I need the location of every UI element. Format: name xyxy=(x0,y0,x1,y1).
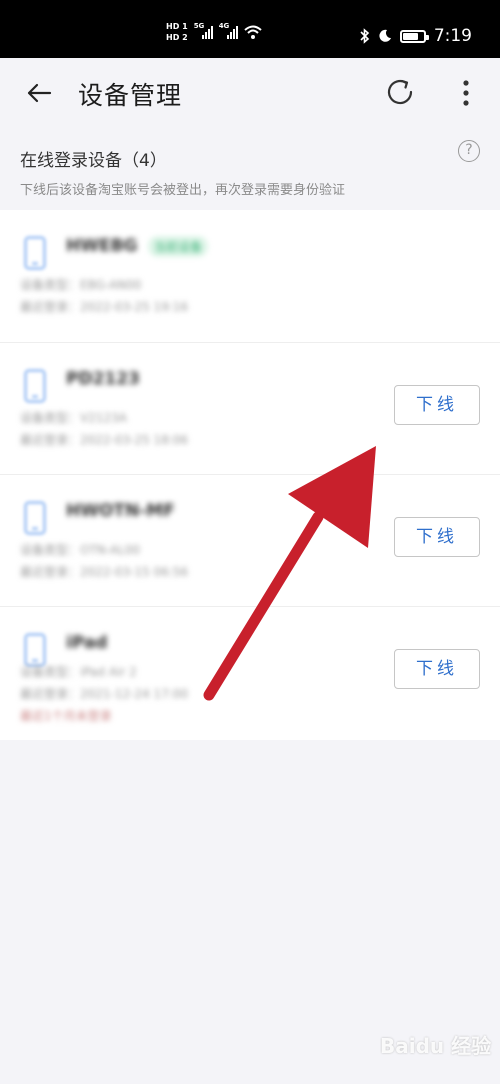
hd2-label: HD 2 xyxy=(166,33,188,42)
status-time: 7:19 xyxy=(433,26,472,46)
battery-icon xyxy=(399,29,429,43)
moon-icon xyxy=(379,29,391,42)
status-bar: HD 1 HD 2 5G 4G 7:19 xyxy=(0,0,500,58)
section-title: 在线登录设备（4） xyxy=(20,151,167,171)
device-type: 设备类型：V2123A xyxy=(20,411,127,425)
bluetooth-icon xyxy=(360,28,369,44)
wifi-icon xyxy=(244,25,262,39)
section-header: 在线登录设备（4） 下线后该设备淘宝账号会被登出，再次登录需要身份验证 xyxy=(20,146,480,198)
device-last-login: 最近登录：2022-03-15 06:56 xyxy=(20,565,189,579)
tablet-icon xyxy=(24,633,46,667)
current-device-badge: 当前设备 xyxy=(148,236,209,257)
device-list: HWEBG 当前设备 设备类型：EBG-AN00 最近登录：2022-03-25… xyxy=(0,210,500,740)
device-name: HWEBG xyxy=(66,236,138,256)
phone-icon xyxy=(24,501,46,535)
app-bar: 设备管理 xyxy=(0,58,500,130)
device-name: iPad xyxy=(66,633,108,653)
status-right-icons: 7:19 xyxy=(360,26,472,46)
device-name: PD2123 xyxy=(66,369,140,389)
device-item: PD2123 设备类型：V2123A 最近登录：2022-03-25 18:06… xyxy=(0,342,500,474)
device-inactive-note: 最近1个月未登录 xyxy=(20,709,112,723)
section-subtitle: 下线后该设备淘宝账号会被登出，再次登录需要身份验证 xyxy=(20,183,346,198)
net2-label: 4G xyxy=(218,22,230,30)
page-title: 设备管理 xyxy=(78,81,183,110)
net1-label: 5G xyxy=(193,22,205,30)
phone-icon xyxy=(24,369,46,403)
device-last-login: 最近登录：2022-03-25 19:16 xyxy=(20,300,189,314)
device-type: 设备类型：OTN-AL00 xyxy=(20,543,140,557)
offline-button[interactable]: 下线 xyxy=(394,385,480,425)
device-item: HWOTN-MF 设备类型：OTN-AL00 最近登录：2022-03-15 0… xyxy=(0,474,500,606)
device-last-login: 最近登录：2021-12-24 17:00 xyxy=(20,687,189,701)
hd-indicators: HD 1 HD 2 xyxy=(166,22,188,42)
more-options-icon[interactable] xyxy=(456,78,476,108)
offline-button[interactable]: 下线 xyxy=(394,649,480,689)
help-icon[interactable]: ? xyxy=(458,140,480,162)
phone-icon xyxy=(24,236,46,270)
device-item: HWEBG 当前设备 设备类型：EBG-AN00 最近登录：2022-03-25… xyxy=(0,210,500,342)
device-type: 设备类型：EBG-AN00 xyxy=(20,278,142,292)
watermark: Baidu 经验 xyxy=(380,1034,492,1058)
status-left-icons: HD 1 HD 2 5G 4G xyxy=(166,22,262,42)
device-last-login: 最近登录：2022-03-25 18:06 xyxy=(20,433,189,447)
device-item: iPad 设备类型：iPad Air 2 最近登录：2021-12-24 17:… xyxy=(0,606,500,738)
hd1-label: HD 1 xyxy=(166,22,188,31)
refresh-icon[interactable] xyxy=(384,76,416,108)
battery-fill xyxy=(402,32,419,40)
signal-5g-icon: 5G xyxy=(193,22,213,39)
device-type: 设备类型：iPad Air 2 xyxy=(20,665,137,679)
device-name: HWOTN-MF xyxy=(66,501,175,521)
offline-button[interactable]: 下线 xyxy=(394,517,480,557)
signal-4g-icon: 4G xyxy=(218,22,238,39)
back-arrow-icon[interactable] xyxy=(24,78,54,108)
